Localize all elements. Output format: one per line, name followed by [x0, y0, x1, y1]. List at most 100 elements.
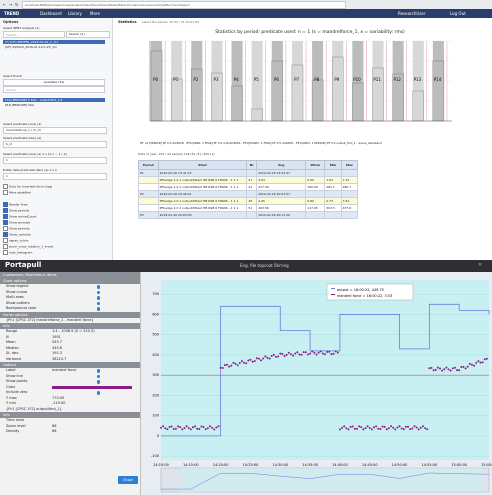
list-item[interactable]: [UF] XSSS10_2016-01-10-1-25_1/1 — [5, 45, 57, 49]
url-bar[interactable]: localhost:8080/pt/research/apps/reportVi… — [22, 1, 346, 9]
navigator-window[interactable] — [181, 468, 481, 492]
series-force-point — [238, 362, 241, 365]
series-force-point — [228, 365, 231, 368]
checkbox-icon[interactable] — [3, 226, 8, 231]
predicate-range-input[interactable]: 1 — [3, 157, 107, 164]
toggle-icon[interactable] — [96, 391, 100, 395]
series-force-point — [221, 366, 224, 369]
predicate-two-select[interactable]: b_m — [3, 141, 107, 148]
checkbox-icon[interactable] — [3, 214, 8, 219]
panel-row[interactable]: Variance 36210.7 — [0, 357, 140, 363]
chart-legend: PF, s1 [PERIOD] PF 0.5 AUSPXD · PF1[ANKS… — [140, 141, 382, 145]
table-row[interactable]: PFbadge 1:0 1 output/Mbs/2 HB RSB 6 FPAN… — [138, 176, 359, 184]
toggle-stratified[interactable]: More stratified — [3, 190, 31, 195]
tab-period-select[interactable]: select the period: 10:35 / 31.10.01 Hz — [142, 20, 199, 24]
series-force-point — [300, 353, 303, 356]
search-input[interactable]: Search... — [3, 31, 65, 38]
table-cell: 21 — [246, 183, 258, 191]
series-force-point — [174, 427, 177, 430]
toggle-icon[interactable] — [96, 374, 100, 378]
series-force-point — [358, 425, 361, 428]
table-row[interactable]: P2 2019-02-26 19:46:01 2019-02-26 20:02:57 — [138, 190, 359, 198]
check-label: Show_variants — [8, 232, 31, 237]
user-name[interactable]: ResearchUser — [398, 9, 425, 18]
checkbox-icon[interactable] — [3, 244, 8, 249]
panel-row[interactable]: {Pc1 [CPSC 1F2] output/find_1} — [0, 407, 140, 413]
table-row[interactable]: PFbadge 1:0 1 output/Mbs/2 HB RSB 6 FPAN… — [138, 197, 359, 205]
row-value[interactable]: 36210.7 — [52, 357, 66, 363]
series-force-point — [168, 426, 171, 429]
toggle-icon[interactable] — [96, 307, 100, 311]
series-force-point — [443, 368, 446, 371]
toggle-icon[interactable] — [96, 380, 100, 384]
x-tick-label: 14:35:00 — [302, 463, 318, 467]
table-row[interactable]: P3 2019-02-26 20:03:00 2019-02-26 20:11:26 — [138, 211, 359, 219]
show-button[interactable]: Show — [118, 476, 138, 484]
legend-item[interactable]: PF1[MUSEC. 1 FPAK] PF 0.5 AUSPXD — [243, 141, 293, 145]
legend-item[interactable]: PF1[ANKS. 1 FPAK] PF 0.5 m/k/AUSPSS — [187, 141, 241, 145]
legend-item[interactable]: Arene_deadband — [358, 141, 382, 145]
event-item[interactable]: P18 [PERIODE] SSA — [5, 103, 34, 107]
check-histogram[interactable]: auto_histogram — [3, 250, 53, 256]
event-search-input[interactable]: Search — [3, 86, 105, 93]
toggle-icon[interactable] — [96, 290, 100, 294]
table-row[interactable]: PFbadge 1:0 1 output/Mbs/2 HB RSB 6 FPAN… — [138, 183, 359, 191]
checkbox-icon[interactable] — [3, 190, 8, 195]
panel-row[interactable]: Background color — [0, 306, 140, 312]
series-force-point — [187, 426, 190, 429]
logout-link[interactable]: Log Out — [450, 9, 466, 18]
table-cell — [138, 176, 159, 184]
tab-statistics[interactable]: Statistics — [118, 20, 137, 24]
panel-row[interactable]: {Pc1 [CPSC 1F2] mandrelforce_1 - mandrel… — [0, 318, 140, 324]
predicate-one-select[interactable]: mandref/scrw_1 / m_ch — [3, 127, 107, 134]
toggle-duty[interactable]: Duty for invariant force (reg) — [3, 184, 52, 189]
search-button[interactable]: Search (2) — [66, 31, 110, 38]
color-swatch[interactable] — [52, 385, 132, 389]
series-force-point — [202, 425, 205, 428]
col-header: Min — [324, 160, 342, 170]
available-box[interactable]: Available (24) — [3, 79, 105, 86]
close-icon[interactable]: ✕ — [478, 262, 482, 268]
row-value[interactable]: 66 — [52, 429, 56, 435]
series-force-point — [439, 367, 442, 370]
forward-icon[interactable]: → — [9, 2, 12, 7]
table-cell: 117.05 — [305, 204, 326, 212]
checkbox-icon[interactable] — [3, 184, 8, 189]
series-force-point — [240, 360, 243, 363]
checkbox-icon[interactable] — [3, 208, 8, 213]
checkbox-icon[interactable] — [3, 220, 8, 225]
nav-item-dashboard[interactable]: Dashboard — [40, 9, 62, 18]
nav-item-library[interactable]: Library — [68, 9, 82, 18]
nav-item-more[interactable]: More — [90, 9, 100, 18]
event-item-selected[interactable]: F16 [PERIODE] P SSA - output/find_1/1 — [3, 98, 105, 102]
panel-row[interactable]: Density 66 — [0, 429, 140, 435]
toggle-icon[interactable] — [96, 369, 100, 373]
period-label: P0 — [153, 77, 158, 82]
checkbox-icon[interactable] — [3, 232, 8, 237]
table-row[interactable]: P1 2019-02-26 19:41:23 2019-02-26 19:43:47 — [138, 169, 359, 177]
toggle-icon[interactable] — [96, 296, 100, 300]
checkbox-icon[interactable] — [3, 250, 8, 255]
table-row[interactable]: PFbadge 1:0 1 output/Mbs/2 HB RSB 6 FPAN… — [138, 204, 359, 212]
series-force-point — [285, 353, 288, 356]
checkbox-icon[interactable] — [3, 202, 8, 207]
list-item-selected[interactable]: (Y) [UF] ZENTER_2016-01-10_2_1/1 — [3, 40, 105, 44]
reload-icon[interactable]: ↻ — [15, 2, 18, 7]
app-brand[interactable]: TREND — [4, 9, 19, 18]
series-force-point — [245, 362, 248, 365]
series-force-point — [473, 364, 476, 367]
tooltip-swatch — [331, 288, 335, 289]
table-cell — [340, 169, 359, 177]
legend-item[interactable]: PF1[ANKS. 1 PERIOD] PF 0.5 output_find_1 — [296, 141, 355, 145]
toggle-icon[interactable] — [96, 285, 100, 289]
series-force-point — [430, 366, 433, 369]
toggle-icon[interactable] — [96, 301, 100, 305]
entity-data-input[interactable]: 1 — [3, 173, 107, 180]
checkbox-icon[interactable] — [3, 238, 8, 243]
table-cell: PFbadge 1:0 1 output/Mbs/2 HB RSB 6 FPAN… — [157, 197, 248, 205]
table-cell: 2019-02-26 19:46:01 — [157, 190, 248, 198]
legend-item[interactable]: PF, s1 [PERIOD] PF 0.5 AUSPXD — [140, 141, 184, 145]
check-label: vspan_colors — [8, 238, 29, 243]
section-label: Entity data predicate (two) (a) 1 x 1 — [3, 168, 57, 172]
back-icon[interactable]: ← — [3, 2, 6, 7]
